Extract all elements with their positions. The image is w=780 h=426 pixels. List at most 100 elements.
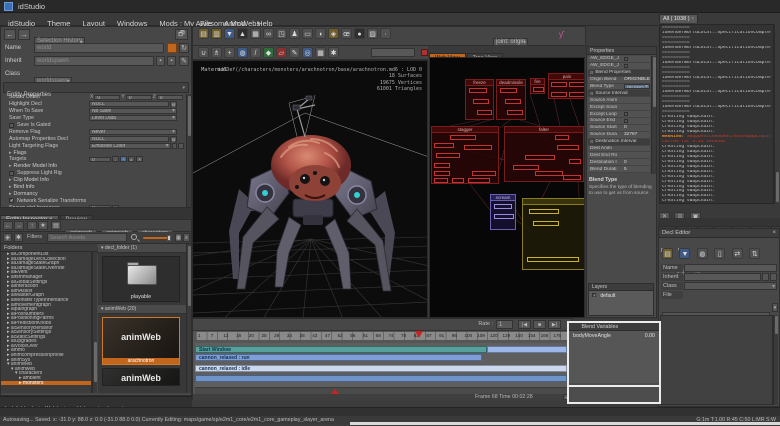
image-icon[interactable]: ▨ <box>367 28 378 39</box>
rate-input[interactable]: 1 <box>496 320 513 329</box>
extra-button-2[interactable] <box>178 142 184 149</box>
section-header[interactable]: ▾ decl_folder (1) <box>98 244 186 253</box>
graph-node[interactable] <box>469 88 487 93</box>
next-frame-button[interactable]: ▶| <box>548 320 561 329</box>
properties-checkbox[interactable] <box>624 112 628 117</box>
value-combo[interactable]: Emissive Color <box>89 142 171 149</box>
decl-combo-extra-button[interactable]: ▾ <box>772 303 778 312</box>
graph-node[interactable] <box>557 145 579 150</box>
targets-button-2[interactable]: ▸ <box>128 156 135 163</box>
coord-input-x[interactable]: 0 <box>94 94 121 101</box>
joint-combo[interactable]: joint: origin <box>493 38 529 46</box>
decl-inherit-input[interactable] <box>684 273 761 281</box>
decl-inherit-browse[interactable] <box>762 273 769 281</box>
copy-selection-button[interactable]: 🗗 <box>175 29 188 40</box>
checkbox[interactable] <box>9 170 14 176</box>
graph-node[interactable] <box>555 135 569 140</box>
inherit-browse-button[interactable]: ▪ <box>156 56 165 66</box>
node-graph-canvas[interactable]: freeze deadmissile fire pain stagger falter sc… <box>429 57 585 318</box>
add-person-icon[interactable]: + <box>224 47 235 58</box>
decl-editor-scrollbar[interactable] <box>773 315 778 405</box>
person-icon[interactable]: ♟ <box>289 28 300 39</box>
clipboard-icon[interactable]: ▦ <box>250 28 261 39</box>
filters-label[interactable]: Filters <box>27 234 42 240</box>
name-input[interactable]: world <box>34 43 164 53</box>
decl-open-icon[interactable]: ▤ <box>662 248 673 259</box>
collapse-icon[interactable]: ⊟ <box>590 70 593 75</box>
viewport-3d[interactable]: Material md6Def(/characters/monsters/ara… <box>192 60 428 318</box>
nav-back-button[interactable]: ← <box>3 221 13 230</box>
graph-group-stagger[interactable]: stagger <box>431 126 499 184</box>
folder-tree-scrollbar[interactable] <box>92 252 97 393</box>
blend-variable-row[interactable]: bodyMoveAngle 0.00 <box>569 331 659 341</box>
thumbnails-scrollbar[interactable] <box>186 244 191 393</box>
graph-group-scream[interactable]: scream <box>490 194 516 230</box>
graph-node[interactable] <box>477 110 492 115</box>
prev-frame-button[interactable]: |◀ <box>518 320 531 329</box>
view-grid-icon[interactable]: ▦ <box>175 233 182 242</box>
entity-color-swatch[interactable] <box>167 43 177 53</box>
graph-group-fire[interactable]: fire <box>530 78 545 94</box>
refresh-name-button[interactable]: ↻ <box>179 43 189 53</box>
decl-name-input[interactable] <box>684 264 777 272</box>
track-bar-2[interactable]: cannon_relaxed : idle <box>195 365 567 372</box>
stop-button[interactable]: ■ <box>533 320 546 329</box>
decl-editor-body[interactable] <box>660 315 773 405</box>
eye-icon[interactable]: ● <box>354 28 365 39</box>
expand-icon[interactable]: ▸ <box>9 163 12 169</box>
filter-gear-icon[interactable]: ✱ <box>14 233 23 242</box>
graph-node[interactable] <box>434 163 450 168</box>
checkbox[interactable]: ✓ <box>9 198 14 204</box>
targets-button-3[interactable]: ✕ <box>136 156 143 163</box>
filter-lock-icon[interactable]: ◈ <box>3 233 12 242</box>
properties-checkbox[interactable] <box>624 56 628 61</box>
graph-node[interactable] <box>569 159 581 164</box>
playhead-marker[interactable] <box>415 331 424 338</box>
wand-icon[interactable]: / <box>250 47 261 58</box>
graph-node[interactable] <box>551 92 567 97</box>
property-group-label[interactable]: Dormancy <box>14 191 38 197</box>
property-group-label[interactable]: Bind Info <box>14 184 35 190</box>
graph-node[interactable] <box>494 214 514 219</box>
graph-node[interactable] <box>527 257 579 262</box>
graph-node[interactable] <box>535 171 563 176</box>
coord-input-y[interactable]: 0 <box>125 94 152 101</box>
expand-icon[interactable]: ▸ <box>9 184 12 190</box>
eraser-icon[interactable]: ▱ <box>276 47 287 58</box>
targets-count-input[interactable]: 0 <box>89 156 111 163</box>
frame-icon[interactable]: ◳ <box>276 28 287 39</box>
graph-node[interactable] <box>525 155 555 160</box>
asset-card-playable[interactable]: playable <box>102 256 180 302</box>
log-tab-all[interactable]: All ( 1038 ) × <box>659 14 699 23</box>
entity-inspector-scrollbar[interactable] <box>186 94 191 207</box>
properties-scrollbar[interactable] <box>651 56 656 174</box>
section-header[interactable]: ▾ animWeb (20) <box>98 305 186 314</box>
link-icon[interactable]: ∞ <box>263 28 274 39</box>
decl-transform-icon[interactable]: ⇄ <box>731 248 743 259</box>
decl-input[interactable]: NULL <box>89 101 169 108</box>
expand-icon[interactable]: ▸ <box>9 177 12 183</box>
bone-icon[interactable]: ƴ <box>559 30 563 39</box>
spin-buttons[interactable]: ÷ <box>112 204 119 207</box>
properties-combo[interactable]: (BLEND_ <box>624 83 650 90</box>
color-swatch-red[interactable] <box>421 49 428 56</box>
collapse-icon[interactable]: ⊟ <box>590 139 593 144</box>
toolbar-input[interactable] <box>371 48 415 57</box>
asset-card-arachnotron[interactable]: animWeb arachnotron <box>102 317 180 365</box>
collapse-icon[interactable]: ⊟ <box>590 91 593 96</box>
decl-class-input[interactable] <box>684 282 777 290</box>
browse-decl-button[interactable]: ▤ <box>170 135 177 142</box>
graph-node[interactable] <box>494 204 512 209</box>
value-combo[interactable]: Level Data <box>89 115 177 122</box>
graph-node[interactable] <box>569 92 584 97</box>
graph-group-pain[interactable]: pain <box>548 73 584 99</box>
properties-group-label[interactable]: Blend Properties <box>595 70 630 75</box>
magnet-icon[interactable]: ∪ <box>198 47 209 58</box>
graph-node[interactable] <box>436 153 460 158</box>
expand-icon[interactable]: ▸ <box>9 191 12 197</box>
property-group-label[interactable]: Clip Model Info <box>14 177 49 183</box>
extra-button[interactable] <box>171 142 178 149</box>
graph-node[interactable] <box>533 221 559 226</box>
graph-node[interactable] <box>529 209 559 214</box>
graph-group-deadmissile[interactable]: deadmissile <box>496 79 526 120</box>
